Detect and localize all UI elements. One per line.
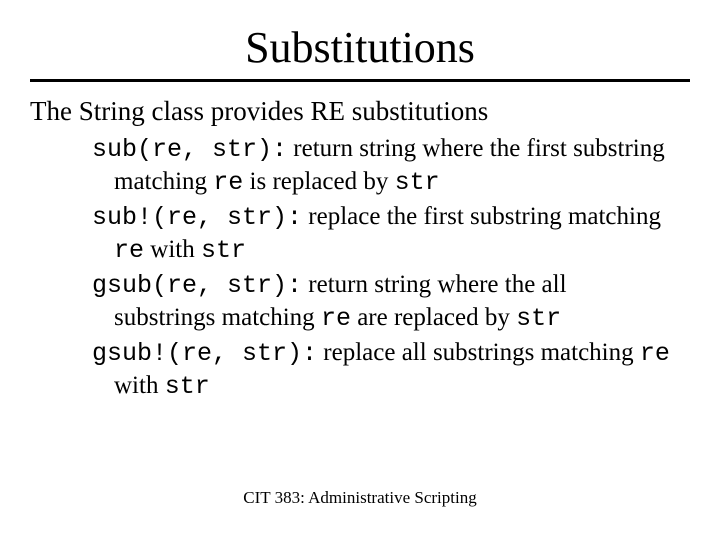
arg-re: re: [640, 339, 670, 368]
slide-footer: CIT 383: Administrative Scripting: [0, 488, 720, 508]
list-item: sub(re, str): return string where the fi…: [92, 133, 670, 199]
method-signature: gsub!(re, str):: [92, 339, 317, 368]
desc-mid: are replaced by: [351, 304, 516, 331]
desc-pre: replace all substrings matching: [317, 339, 640, 366]
list-item: gsub(re, str): return string where the a…: [92, 269, 670, 335]
lead-text: The String class provides RE substitutio…: [30, 96, 690, 127]
desc-mid: is replaced by: [243, 168, 394, 195]
method-signature: sub(re, str):: [92, 135, 287, 164]
title-divider: [30, 79, 690, 82]
desc-mid: with: [144, 236, 201, 263]
arg-re: re: [114, 236, 144, 265]
arg-re: re: [213, 168, 243, 197]
method-signature: sub!(re, str):: [92, 203, 302, 232]
arg-str: str: [165, 372, 210, 401]
method-signature: gsub(re, str):: [92, 271, 302, 300]
list-item: gsub!(re, str): replace all substrings m…: [92, 337, 670, 403]
list-item: sub!(re, str): replace the first substri…: [92, 201, 670, 267]
slide-title: Substitutions: [30, 22, 690, 73]
arg-re: re: [321, 304, 351, 333]
method-list: sub(re, str): return string where the fi…: [92, 133, 670, 403]
desc-pre: replace the first substring matching: [302, 203, 661, 230]
arg-str: str: [395, 168, 440, 197]
arg-str: str: [201, 236, 246, 265]
slide: Substitutions The String class provides …: [0, 0, 720, 540]
arg-str: str: [516, 304, 561, 333]
desc-mid: with: [114, 372, 165, 399]
